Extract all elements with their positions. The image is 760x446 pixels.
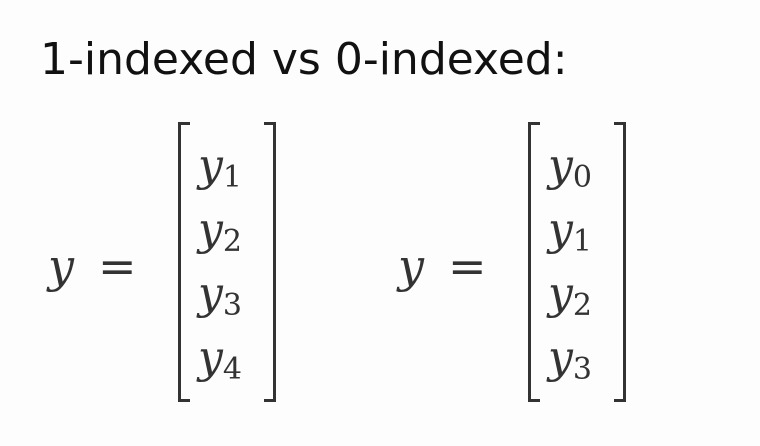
vector-entries: y0 y1 y2 y3 xyxy=(548,134,608,390)
left-bracket xyxy=(178,122,190,402)
entry-base: y xyxy=(548,204,573,255)
vector-entry: y2 xyxy=(198,198,258,262)
vector-entry: y1 xyxy=(198,134,258,198)
slide-title: 1-indexed vs 0-indexed: xyxy=(40,34,568,85)
right-bracket xyxy=(264,122,276,402)
vector-entry: y4 xyxy=(198,326,258,390)
equation-lhs: y = xyxy=(48,236,137,296)
equals-sign: = xyxy=(448,239,487,293)
column-vector: y0 y1 y2 y3 xyxy=(528,122,626,402)
lhs-variable: y xyxy=(48,239,74,293)
vector-entry: y2 xyxy=(548,262,608,326)
right-bracket xyxy=(614,122,626,402)
entry-subscript: 0 xyxy=(572,160,592,195)
entry-base: y xyxy=(198,332,223,383)
one-indexed-equation: y = y1 y2 y3 y4 xyxy=(48,118,288,406)
vector-entries: y1 y2 y3 y4 xyxy=(198,134,258,390)
entry-base: y xyxy=(198,140,223,191)
equals-sign: = xyxy=(98,239,137,293)
entry-base: y xyxy=(198,204,223,255)
entry-subscript: 1 xyxy=(572,224,592,259)
entry-base: y xyxy=(198,268,223,319)
entry-base: y xyxy=(548,268,573,319)
vector-entry: y3 xyxy=(548,326,608,390)
slide: 1-indexed vs 0-indexed: y = y1 y2 y3 y4 y… xyxy=(0,0,760,446)
entry-subscript: 3 xyxy=(572,352,592,387)
left-bracket xyxy=(528,122,540,402)
equation-lhs: y = xyxy=(398,236,487,296)
vector-entry: y0 xyxy=(548,134,608,198)
lhs-variable: y xyxy=(398,239,424,293)
entry-subscript: 3 xyxy=(222,288,242,323)
entry-base: y xyxy=(548,140,573,191)
zero-indexed-equation: y = y0 y1 y2 y3 xyxy=(398,118,638,406)
entry-subscript: 4 xyxy=(222,352,242,387)
column-vector: y1 y2 y3 y4 xyxy=(178,122,276,402)
vector-entry: y1 xyxy=(548,198,608,262)
entry-subscript: 1 xyxy=(222,160,242,195)
entry-base: y xyxy=(548,332,573,383)
vector-entry: y3 xyxy=(198,262,258,326)
entry-subscript: 2 xyxy=(572,288,592,323)
entry-subscript: 2 xyxy=(222,224,242,259)
